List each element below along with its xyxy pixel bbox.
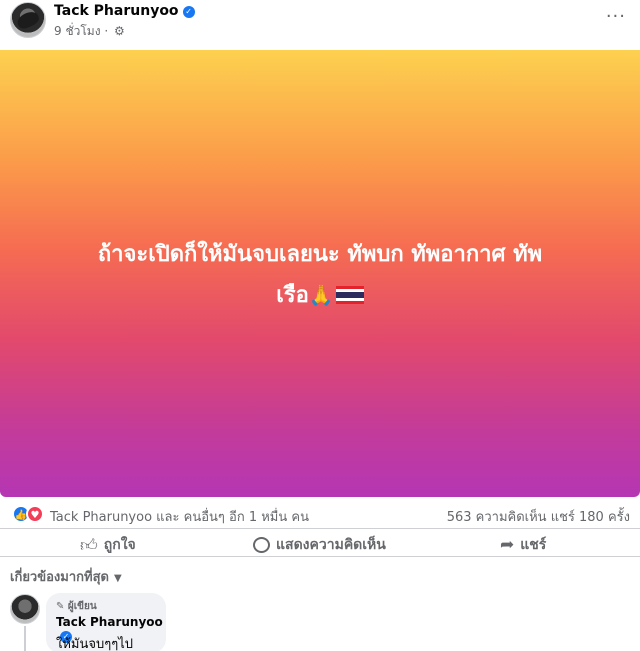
like-icon: 👍︎ <box>80 535 98 556</box>
post-text-line-2: เรือ <box>276 283 309 308</box>
more-icon[interactable]: ··· <box>606 6 626 27</box>
post-text-line-2-row: เรือ🙏 <box>20 275 620 316</box>
post-text-line-1: ถ้าจะเปิดก็ให้มันจบเลยนะ ทัพบก ทัพอากาศ … <box>97 242 543 267</box>
comment-icon <box>253 537 270 553</box>
post-background: ถ้าจะเปิดก็ให้มันจบเลยนะ ทัพบก ทัพอากาศ … <box>0 50 640 497</box>
love-reaction-icon: ♥ <box>26 505 44 523</box>
comment-share-stats[interactable]: 563 ความคิดเห็น แชร์ 180 ครั้ง <box>447 506 630 527</box>
author-name[interactable]: Tack Pharunyoo <box>54 3 179 19</box>
caret-icon: ▼ <box>113 573 122 584</box>
gear-icon: ⚙ <box>114 24 125 38</box>
post-header: Tack Pharunyoo ✓ 9 ชั่วโมง · ⚙ ··· <box>0 0 640 48</box>
thread-line <box>24 626 26 651</box>
meta-separator: · <box>104 24 109 38</box>
share-button[interactable]: ➦ แชร์ <box>500 533 546 557</box>
comment-bubble: ✎ ผู้เขียน Tack Pharunyoo✓ ให้มันจบๆๆไป <box>46 593 166 651</box>
comment-label: แสดงความคิดเห็น <box>276 537 386 553</box>
author-avatar[interactable] <box>10 2 46 38</box>
like-button[interactable]: 👍︎ ถูกใจ <box>80 533 136 557</box>
commenter-name[interactable]: Tack Pharunyoo <box>56 615 163 629</box>
comment-button[interactable]: แสดงความคิดเห็น <box>253 533 386 557</box>
action-bar: 👍︎ ถูกใจ แสดงความคิดเห็น ➦ แชร์ <box>0 528 640 556</box>
reaction-names[interactable]: Tack Pharunyoo และ คนอื่นๆ อีก 1 หมื่น ค… <box>50 506 309 527</box>
most-relevant-dropdown[interactable]: เกี่ยวข้องมากที่สุด ▼ <box>10 566 122 587</box>
commenter-avatar[interactable] <box>10 594 40 624</box>
comment-text: ให้มันจบๆๆไป <box>56 637 133 651</box>
share-icon: ➦ <box>500 535 515 555</box>
share-label: แชร์ <box>520 537 547 553</box>
verified-icon: ✓ <box>182 6 195 18</box>
author-name-row: Tack Pharunyoo ✓ <box>54 3 195 19</box>
comment-filter: เกี่ยวข้องมากที่สุด ▼ <box>0 556 640 586</box>
post-text: ถ้าจะเปิดก็ให้มันจบเลยนะ ทัพบก ทัพอากาศ … <box>20 235 620 316</box>
post-meta: 9 ชั่วโมง · ⚙ <box>54 22 125 41</box>
pray-emoji: 🙏 <box>308 283 334 307</box>
reaction-icons[interactable]: 👍 ♥ <box>12 505 48 523</box>
most-relevant-label: เกี่ยวข้องมากที่สุด <box>10 570 109 585</box>
like-label: ถูกใจ <box>103 537 136 553</box>
author-badge-label: ผู้เขียน <box>67 601 97 612</box>
reactions-row: 👍 ♥ Tack Pharunyoo และ คนอื่นๆ อีก 1 หมื… <box>0 500 640 528</box>
pencil-icon: ✎ <box>56 601 65 612</box>
post-time[interactable]: 9 ชั่วโมง <box>54 24 101 38</box>
thai-flag-icon <box>335 286 364 304</box>
author-badge: ✎ ผู้เขียน <box>56 599 97 614</box>
